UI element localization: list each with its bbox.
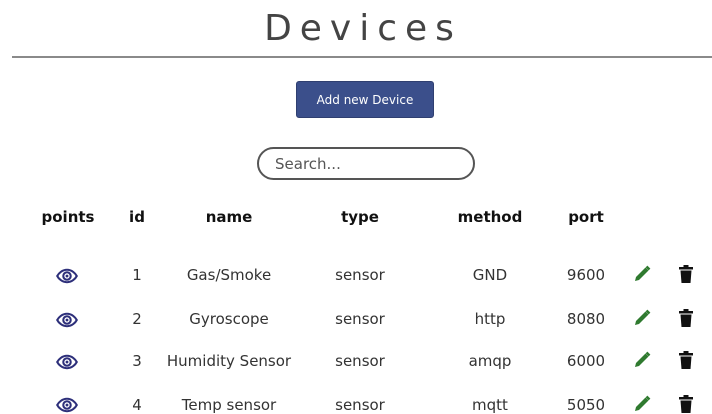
devices-page: Devices Add new Device points id name ty… (0, 0, 712, 414)
cell-method: GND (472, 266, 508, 284)
eye-icon (56, 312, 78, 328)
delete-button[interactable] (679, 265, 693, 287)
trash-icon (679, 351, 693, 369)
cell-name: Gyroscope (189, 310, 269, 328)
search-input[interactable] (257, 147, 475, 180)
view-points-button[interactable] (56, 397, 78, 414)
trash-icon (679, 395, 693, 413)
cell-method: mqtt (472, 396, 508, 414)
delete-button[interactable] (679, 309, 693, 331)
cell-port: 8080 (566, 310, 606, 328)
eye-icon (56, 268, 78, 284)
cell-method: amqp (468, 352, 512, 370)
cell-id: 4 (132, 396, 142, 414)
edit-button[interactable] (633, 265, 651, 287)
header-name: name (205, 208, 253, 226)
add-device-button[interactable]: Add new Device (296, 81, 434, 118)
cell-id: 2 (132, 310, 142, 328)
header-points: points (41, 208, 95, 226)
view-points-button[interactable] (56, 268, 78, 288)
pencil-icon (635, 395, 651, 411)
edit-button[interactable] (633, 351, 651, 373)
header-type: type (341, 208, 379, 226)
delete-button[interactable] (679, 351, 693, 373)
cell-type: sensor (335, 266, 385, 284)
header-id: id (129, 208, 145, 226)
header-method: method (457, 208, 523, 226)
delete-button[interactable] (679, 395, 693, 414)
pencil-icon (635, 309, 651, 325)
cell-type: sensor (335, 310, 385, 328)
cell-name: Gas/Smoke (186, 266, 272, 284)
header-port: port (568, 208, 604, 226)
trash-icon (679, 265, 693, 283)
cell-type: sensor (335, 396, 385, 414)
cell-port: 6000 (566, 352, 606, 370)
cell-type: sensor (335, 352, 385, 370)
pencil-icon (635, 351, 651, 367)
cell-port: 5050 (566, 396, 606, 414)
page-title: Devices (264, 8, 462, 49)
cell-id: 3 (132, 352, 142, 370)
cell-method: http (474, 310, 506, 328)
edit-button[interactable] (633, 395, 651, 414)
cell-name: Temp sensor (181, 396, 277, 414)
cell-id: 1 (132, 266, 142, 284)
view-points-button[interactable] (56, 312, 78, 332)
eye-icon (56, 354, 78, 370)
pencil-icon (635, 265, 651, 281)
cell-port: 9600 (566, 266, 606, 284)
cell-name: Humidity Sensor (166, 352, 292, 370)
title-divider (12, 56, 712, 58)
edit-button[interactable] (633, 309, 651, 331)
eye-icon (56, 397, 78, 413)
trash-icon (679, 309, 693, 327)
view-points-button[interactable] (56, 354, 78, 374)
